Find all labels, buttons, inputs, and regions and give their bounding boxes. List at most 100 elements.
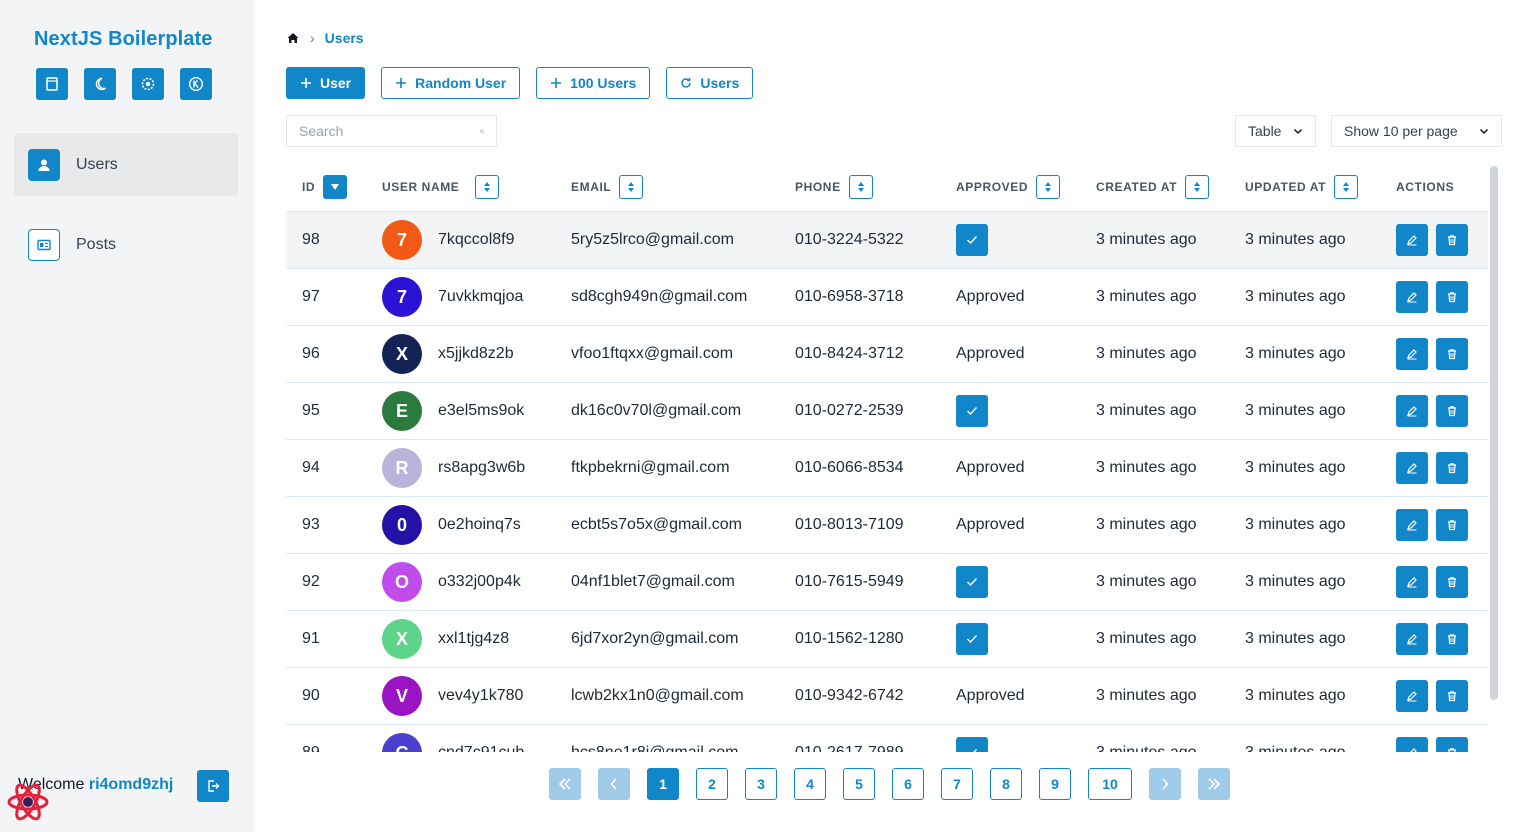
approved-checkbox[interactable]: [956, 395, 988, 427]
edit-button[interactable]: [1396, 509, 1428, 541]
approved-checkbox[interactable]: [956, 224, 988, 256]
cell-actions: [1396, 452, 1488, 484]
sort-button[interactable]: [1185, 174, 1210, 199]
edit-button[interactable]: [1396, 566, 1428, 598]
table-row[interactable]: 93 0 0e2hoinq7s ecbt5s7o5x@gmail.com 010…: [286, 497, 1488, 554]
username-link[interactable]: ri4omd9zhj: [89, 776, 173, 793]
add-user-label: User: [320, 75, 352, 91]
table-row[interactable]: 90 V vev4y1k780 lcwb2kx1n0@gmail.com 010…: [286, 668, 1488, 725]
cell-id: 96: [302, 345, 320, 362]
refresh-users-button[interactable]: Users: [666, 67, 754, 99]
table-row[interactable]: 89 C cnd7c91cub hcs8ne1r8i@gmail.com 010…: [286, 725, 1488, 752]
trash-icon: [1448, 349, 1456, 360]
gear-icon[interactable]: [132, 68, 164, 100]
add-user-button[interactable]: User: [286, 67, 366, 99]
first-page-button[interactable]: [549, 768, 581, 800]
cell-username: O o332j00p4k: [382, 562, 571, 602]
sidebar-item-users[interactable]: Users: [14, 133, 238, 196]
page-button-8[interactable]: 8: [990, 768, 1022, 800]
delete-button[interactable]: [1436, 224, 1468, 256]
approved-checkbox[interactable]: [956, 623, 988, 655]
page-button-3[interactable]: 3: [745, 768, 777, 800]
delete-button[interactable]: [1436, 509, 1468, 541]
delete-button[interactable]: [1436, 452, 1468, 484]
cell-created-at: 3 minutes ago: [1096, 402, 1197, 419]
cell-created-at: 3 minutes ago: [1096, 573, 1197, 590]
prev-page-button[interactable]: [598, 768, 630, 800]
cell-approved: Approved: [956, 516, 1096, 534]
sort-button[interactable]: [848, 174, 873, 199]
last-page-button[interactable]: [1198, 768, 1230, 800]
add-100-users-button[interactable]: 100 Users: [536, 67, 651, 99]
react-devtools-icon[interactable]: [6, 782, 50, 822]
cell-updated-at: 3 minutes ago: [1245, 402, 1346, 419]
main-content: › Users User Random User 100 Users Users: [254, 0, 1532, 832]
table-scrollbar[interactable]: [1490, 166, 1498, 700]
search-icon[interactable]: [480, 125, 484, 138]
table-row[interactable]: 91 X xxl1tjg4z8 6jd7xor2yn@gmail.com 010…: [286, 611, 1488, 668]
add-random-user-button[interactable]: Random User: [381, 67, 521, 99]
approved-checkbox[interactable]: [956, 737, 988, 752]
search-input[interactable]: [299, 123, 480, 139]
page-button-2[interactable]: 2: [696, 768, 728, 800]
cell-username: C cnd7c91cub: [382, 733, 571, 752]
table-row[interactable]: 95 E e3el5ms9ok dk16c0v70l@gmail.com 010…: [286, 383, 1488, 440]
table-row[interactable]: 96 X x5jjkd8z2b vfoo1ftqxx@gmail.com 010…: [286, 326, 1488, 383]
approved-checkbox[interactable]: [956, 566, 988, 598]
cell-created-at: 3 minutes ago: [1096, 630, 1197, 647]
page-icon[interactable]: [36, 68, 68, 100]
page-button-4[interactable]: 4: [794, 768, 826, 800]
page-button-9[interactable]: 9: [1039, 768, 1071, 800]
edit-button[interactable]: [1396, 338, 1428, 370]
edit-button[interactable]: [1396, 737, 1428, 752]
delete-button[interactable]: [1436, 737, 1468, 752]
edit-button[interactable]: [1396, 680, 1428, 712]
k-icon[interactable]: [180, 68, 212, 100]
edit-button[interactable]: [1396, 452, 1428, 484]
logout-icon: [208, 780, 220, 792]
page-button-10[interactable]: 10: [1088, 768, 1132, 800]
table-row[interactable]: 97 7 7uvkkmqjoa sd8cgh949n@gmail.com 010…: [286, 269, 1488, 326]
sidebar-item-posts[interactable]: Posts: [14, 213, 238, 276]
sort-button[interactable]: [475, 174, 500, 199]
check-icon: [973, 749, 978, 752]
sort-button[interactable]: [1334, 174, 1359, 199]
sort-button[interactable]: [619, 174, 644, 199]
toolbar: User Random User 100 Users Users: [286, 67, 754, 99]
cell-id: 94: [302, 459, 320, 476]
table-row[interactable]: 98 7 7kqccol8f9 5ry5z5lrco@gmail.com 010…: [286, 212, 1488, 269]
breadcrumb-current[interactable]: Users: [325, 30, 364, 46]
delete-button[interactable]: [1436, 338, 1468, 370]
cell-username: X x5jjkd8z2b: [382, 334, 571, 374]
table-row[interactable]: 92 O o332j00p4k 04nf1blet7@gmail.com 010…: [286, 554, 1488, 611]
trash-icon: [1448, 406, 1456, 417]
sort-desc-button[interactable]: [323, 174, 348, 199]
home-icon[interactable]: [286, 31, 300, 45]
next-page-button[interactable]: [1149, 768, 1181, 800]
table-row[interactable]: 94 R rs8apg3w6b ftkpbekrni@gmail.com 010…: [286, 440, 1488, 497]
logout-button[interactable]: [197, 770, 229, 802]
cell-created-at: 3 minutes ago: [1096, 516, 1197, 533]
cell-actions: [1396, 737, 1488, 752]
brand-title[interactable]: NextJS Boilerplate: [34, 28, 213, 51]
page-size-select[interactable]: Show 10 per page: [1331, 115, 1502, 147]
delete-button[interactable]: [1436, 566, 1468, 598]
edit-button[interactable]: [1396, 281, 1428, 313]
delete-button[interactable]: [1436, 623, 1468, 655]
cell-approved: [956, 566, 1096, 598]
delete-button[interactable]: [1436, 395, 1468, 427]
sidebar-nav: Users Posts: [14, 133, 238, 293]
edit-button[interactable]: [1396, 623, 1428, 655]
delete-button[interactable]: [1436, 281, 1468, 313]
view-mode-select[interactable]: Table: [1235, 115, 1316, 147]
chevron-down-icon: [1479, 128, 1489, 135]
edit-button[interactable]: [1396, 395, 1428, 427]
page-button-7[interactable]: 7: [941, 768, 973, 800]
page-button-6[interactable]: 6: [892, 768, 924, 800]
page-button-5[interactable]: 5: [843, 768, 875, 800]
edit-button[interactable]: [1396, 224, 1428, 256]
sort-button[interactable]: [1036, 174, 1061, 199]
delete-button[interactable]: [1436, 680, 1468, 712]
moon-icon[interactable]: [84, 68, 116, 100]
page-button-1[interactable]: 1: [647, 768, 679, 800]
